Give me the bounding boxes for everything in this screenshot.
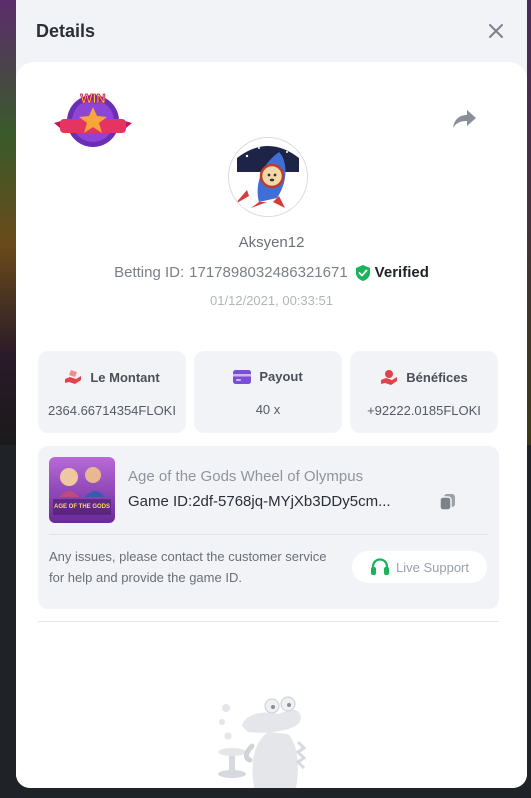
shield-check-icon <box>355 264 370 281</box>
copy-icon <box>439 494 455 511</box>
details-modal: Details WIN Aksyen12 Betting ID: 1717898… <box>16 0 527 788</box>
close-icon <box>489 24 503 38</box>
stat-profit-label: Bénéfices <box>406 369 468 385</box>
stat-amount-header: Le Montant <box>64 369 160 385</box>
stat-payout-header: Payout <box>233 369 303 384</box>
stat-profit-value: +92222.0185FLOKI <box>367 403 481 418</box>
share-button[interactable] <box>452 108 478 130</box>
game-id-row: Game ID:2df-5768jq-MYjXb3DDy5cm... <box>128 493 391 510</box>
copy-game-id-button[interactable] <box>438 492 458 512</box>
game-thumbnail-title: AGE OF THE GODS <box>54 504 110 510</box>
avatar <box>228 137 308 217</box>
stat-payout-label: Payout <box>259 369 303 384</box>
details-card: WIN Aksyen12 Betting ID: 171789803248632… <box>16 62 527 788</box>
game-id-value: 2df-5768jq-MYjXb3DDy5cm... <box>192 493 391 510</box>
bet-timestamp: 01/12/2021, 00:33:51 <box>210 293 333 308</box>
backdrop-left-strip <box>0 0 16 445</box>
stat-amount-value: 2364.66714354FLOKI <box>48 403 176 418</box>
stat-payout-value: 40 x <box>255 402 281 417</box>
verified-label: Verified <box>374 264 429 281</box>
game-id-label: Game ID: <box>128 493 193 510</box>
betting-id-label: Betting ID: <box>114 264 185 281</box>
stat-payout: Payout 40 x <box>194 351 342 433</box>
live-support-button[interactable]: Live Support <box>352 551 487 583</box>
rocket-doge-icon <box>229 138 307 216</box>
svg-text:WIN: WIN <box>80 91 105 106</box>
live-support-label: Live Support <box>396 559 469 575</box>
modal-title: Details <box>36 20 96 41</box>
stat-amount-label: Le Montant <box>90 369 160 385</box>
betting-id-value: 1717898032486321671 <box>189 264 348 281</box>
modal-header: Details <box>16 0 527 62</box>
game-panel: AGE OF THE GODS Age of the Gods Wheel of… <box>38 446 499 609</box>
profit-hand-icon <box>380 369 398 385</box>
stats-row: Le Montant 2364.66714354FLOKI Payout 40 <box>38 351 498 433</box>
verified-badge: Verified <box>355 264 429 281</box>
game-thumbnail-art: AGE OF THE GODS <box>49 457 115 523</box>
stat-profit: Bénéfices +92222.0185FLOKI <box>350 351 498 433</box>
username: Aksyen12 <box>238 234 305 251</box>
card-icon <box>233 369 252 384</box>
panel-divider <box>49 534 488 535</box>
close-button[interactable] <box>485 20 507 42</box>
share-icon <box>453 110 476 128</box>
headset-icon <box>371 558 389 575</box>
game-thumbnail[interactable]: AGE OF THE GODS <box>49 457 115 523</box>
support-message: Any issues, please contact the customer … <box>49 549 327 585</box>
section-divider <box>38 621 499 622</box>
stat-profit-header: Bénéfices <box>380 369 468 385</box>
crocodile-mascot-icon <box>218 696 307 788</box>
stat-amount: Le Montant 2364.66714354FLOKI <box>38 351 186 433</box>
betting-id-row: Betting ID: 1717898032486321671 Verified <box>16 264 527 281</box>
money-hand-icon <box>64 369 82 385</box>
game-name: Age of the Gods Wheel of Olympus <box>128 468 364 485</box>
win-badge-icon: WIN <box>54 91 132 147</box>
